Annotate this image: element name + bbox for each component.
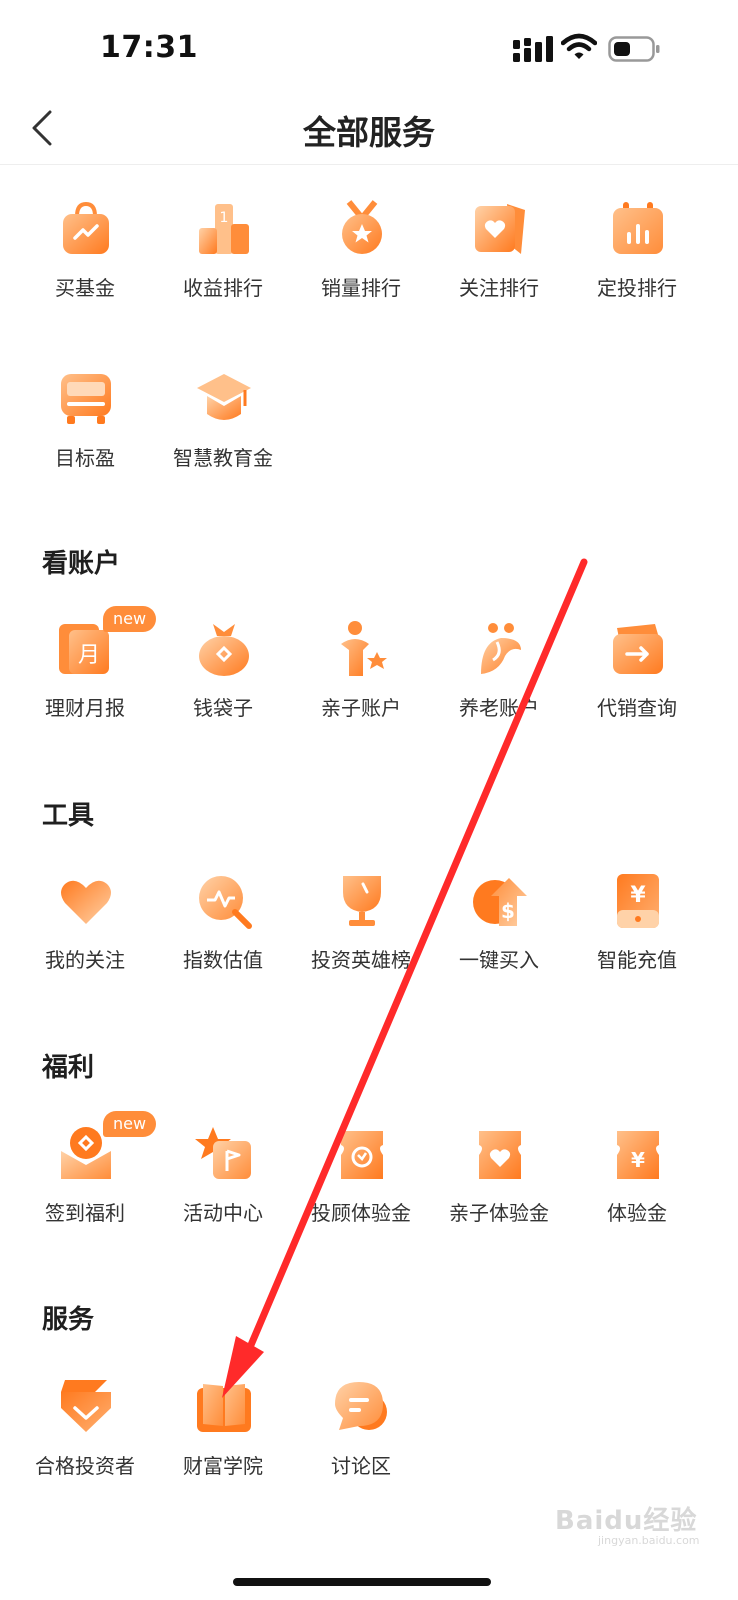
all-services-page: 17:31 全部服务 买基金 1 收益排行 销量排行 关注排行 定投排行 目标盈… [0, 0, 738, 1600]
watermark-subtext: jingyan.baidu.com [598, 1534, 700, 1547]
service-label: 亲子账户 [321, 696, 401, 720]
service-label: 智能充值 [597, 948, 677, 972]
service-label: 合格投资者 [35, 1454, 135, 1478]
service-target-profit[interactable]: 目标盈 [15, 370, 155, 490]
service-label: 活动中心 [183, 1201, 263, 1225]
service-buy-fund[interactable]: 买基金 [15, 200, 155, 320]
service-label: 钱袋子 [193, 696, 253, 720]
service-label: 一键买入 [459, 948, 539, 972]
watermark: Baidu经验 [555, 1506, 698, 1536]
service-label: 财富学院 [183, 1454, 263, 1478]
service-smart-recharge[interactable]: ¥ 智能充值 [567, 872, 707, 992]
service-education-fund[interactable]: 智慧教育金 [153, 370, 293, 490]
heart-icon [57, 872, 115, 930]
service-parent-child-trial-fund[interactable]: 亲子体验金 [429, 1125, 569, 1245]
service-return-ranking[interactable]: 1 收益排行 [153, 200, 293, 320]
status-time: 17:31 [100, 30, 198, 65]
section-title-benefits: 福利 [42, 1053, 95, 1083]
yen-ticket-icon: ¥ [609, 1125, 667, 1183]
heart-card-icon [471, 200, 529, 258]
service-label: 买基金 [55, 276, 115, 300]
svg-text:$: $ [501, 899, 515, 923]
podium-icon: 1 [195, 200, 253, 258]
service-label: 收益排行 [183, 276, 263, 300]
service-follow-ranking[interactable]: 关注排行 [429, 200, 569, 320]
trophy-icon [333, 872, 391, 930]
navigation-bar: 全部服务 [0, 96, 738, 165]
parent-child-icon [333, 620, 391, 678]
money-bag-icon [195, 620, 253, 678]
medal-icon [333, 200, 391, 258]
status-bar: 17:31 [0, 0, 738, 96]
page-title: 全部服务 [303, 113, 435, 152]
service-trial-fund[interactable]: ¥ 体验金 [567, 1125, 707, 1245]
elderly-icon [471, 620, 529, 678]
service-activity-center[interactable]: 活动中心 [153, 1125, 293, 1245]
dollar-up-icon: $ [471, 872, 529, 930]
service-label: 定投排行 [597, 276, 677, 300]
section-title-services: 服务 [42, 1305, 95, 1335]
svg-text:月: 月 [78, 643, 100, 668]
service-label: 指数估值 [183, 948, 263, 972]
service-label: 我的关注 [45, 948, 125, 972]
svg-text:1: 1 [220, 210, 229, 226]
chat-bubble-icon [333, 1378, 391, 1436]
calendar-chart-icon [609, 200, 667, 258]
section-title-tools: 工具 [42, 801, 95, 831]
ticket-icon [333, 1125, 391, 1183]
service-checkin-rewards[interactable]: new 签到福利 [15, 1111, 157, 1245]
service-label: 理财月报 [45, 696, 125, 720]
service-index-valuation[interactable]: 指数估值 [153, 872, 293, 992]
service-label: 体验金 [607, 1201, 667, 1225]
heart-ticket-icon [471, 1125, 529, 1183]
new-badge: new [103, 1111, 157, 1137]
wallet-arrow-icon [609, 620, 667, 678]
train-icon [57, 370, 115, 428]
book-icon [195, 1378, 253, 1436]
magnifier-pulse-icon [195, 872, 253, 930]
cellular-signal-icon [513, 36, 553, 62]
service-discussion-area[interactable]: 讨论区 [291, 1378, 431, 1498]
service-label: 签到福利 [45, 1201, 125, 1225]
service-label: 讨论区 [331, 1454, 391, 1478]
home-indicator [233, 1578, 491, 1586]
service-advisor-trial-fund[interactable]: 投顾体验金 [291, 1125, 431, 1245]
service-label: 养老账户 [459, 696, 539, 720]
service-investment-heroes[interactable]: 投资英雄榜 [291, 872, 431, 992]
service-qualified-investor[interactable]: 合格投资者 [15, 1378, 155, 1498]
service-parent-child-account[interactable]: 亲子账户 [291, 620, 431, 740]
service-pension-account[interactable]: 养老账户 [429, 620, 569, 740]
service-money-bag[interactable]: 钱袋子 [153, 620, 293, 740]
diamond-check-icon [57, 1378, 115, 1436]
service-my-follows[interactable]: 我的关注 [15, 872, 155, 992]
yen-card-icon: ¥ [609, 872, 667, 930]
service-label: 亲子体验金 [449, 1201, 549, 1225]
new-badge: new [103, 606, 157, 632]
section-title-account: 看账户 [42, 549, 121, 579]
svg-text:¥: ¥ [630, 883, 646, 908]
service-label: 目标盈 [55, 446, 115, 470]
service-one-click-buy[interactable]: $ 一键买入 [429, 872, 569, 992]
service-sales-ranking[interactable]: 销量排行 [291, 200, 431, 320]
service-label: 投资英雄榜 [311, 948, 411, 972]
service-label: 销量排行 [321, 276, 401, 300]
service-wealth-academy[interactable]: 财富学院 [153, 1378, 293, 1498]
star-flag-icon [195, 1125, 253, 1183]
svg-text:¥: ¥ [631, 1148, 645, 1172]
service-label: 投顾体验金 [311, 1201, 411, 1225]
graduation-cap-icon [195, 370, 253, 428]
shopping-bag-icon [57, 200, 115, 258]
battery-icon [608, 36, 660, 62]
service-label: 智慧教育金 [173, 446, 273, 470]
wifi-icon [561, 33, 597, 59]
service-label: 代销查询 [597, 696, 677, 720]
service-agency-query[interactable]: 代销查询 [567, 620, 707, 740]
service-auto-invest-ranking[interactable]: 定投排行 [567, 200, 707, 320]
service-monthly-report[interactable]: 月 new 理财月报 [15, 606, 157, 740]
service-label: 关注排行 [459, 276, 539, 300]
